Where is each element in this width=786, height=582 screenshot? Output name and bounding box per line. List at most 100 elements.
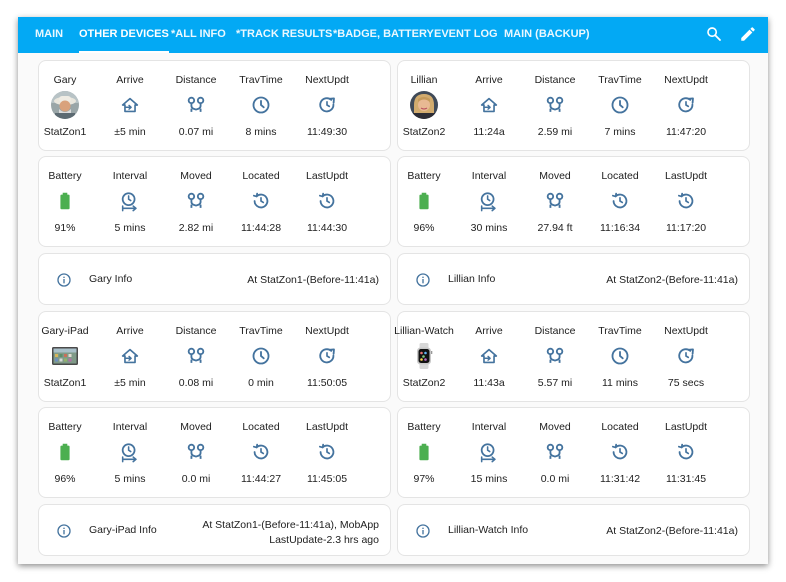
device-info-card-gary-ipad[interactable]: Gary-iPad Info At StatZon1-(Before-11:41a… (38, 504, 391, 556)
info-status-text: At StatZon1-(Before-11:41a), MobApp LastU… (202, 518, 379, 548)
interval-cell[interactable]: Interval 30 mins (456, 157, 522, 246)
tab-badge-battery[interactable]: *BADGE, BATTERY (333, 17, 434, 53)
lastupdt-cell[interactable]: LastUpdt 11:45:05 (294, 408, 360, 497)
tab-track-results[interactable]: *TRACK RESULTS (236, 17, 332, 53)
history-icon (609, 441, 631, 463)
moved-label: Moved (539, 170, 571, 182)
lastupdt-value: 11:31:45 (665, 473, 707, 485)
tab-main-backup[interactable]: MAIN (BACKUP) (504, 17, 590, 53)
battery-icon (413, 190, 435, 212)
distance-icon (544, 345, 566, 367)
device-name-label: Gary-iPad (41, 325, 89, 337)
arrive-value: ±5 min (114, 126, 146, 138)
lastupdt-cell[interactable]: LastUpdt 11:17:20 (653, 157, 719, 246)
distance-cell[interactable]: Distance 5.57 mi (522, 312, 588, 401)
tab-main[interactable]: MAIN (35, 17, 63, 53)
device-name-cell[interactable]: Lillian StatZon2 (391, 61, 457, 150)
distance-cell[interactable]: Distance 0.07 mi (163, 61, 229, 150)
info-icon (415, 523, 431, 539)
search-icon[interactable] (705, 25, 723, 43)
lastupdt-cell[interactable]: LastUpdt 11:31:45 (653, 408, 719, 497)
device-name-cell[interactable]: Gary-iPad StatZon1 (32, 312, 98, 401)
device-name-label: Lillian (410, 74, 438, 86)
arrive-cell[interactable]: Arrive 11:24a (456, 61, 522, 150)
nextupdt-cell[interactable]: NextUpdt 11:50:05 (294, 312, 360, 401)
lastupdt-cell[interactable]: LastUpdt 11:44:30 (294, 157, 360, 246)
interval-cell[interactable]: Interval 5 mins (97, 157, 163, 246)
battery-icon (54, 441, 76, 463)
info-status-line: At StatZon2-(Before-11:41a) (606, 525, 738, 537)
tab-event-log[interactable]: EVENT LOG (434, 17, 498, 53)
update-icon (675, 94, 697, 116)
watch-image (410, 342, 438, 370)
travtime-cell[interactable]: TravTime 0 min (228, 312, 294, 401)
device-name-cell[interactable]: Gary StatZon1 (32, 61, 98, 150)
app-window: MAIN OTHER DEVICES *ALL INFO *TRACK RESU… (18, 17, 768, 564)
travtime-cell[interactable]: TravTime 8 mins (228, 61, 294, 150)
device-info-card-lillian[interactable]: Lillian Info At StatZon2-(Before-11:41a) (397, 253, 750, 305)
pencil-icon[interactable] (739, 25, 757, 43)
arrive-cell[interactable]: Arrive ±5 min (97, 312, 163, 401)
interval-cell[interactable]: Interval 5 mins (97, 408, 163, 497)
located-cell[interactable]: Located 11:16:34 (587, 157, 653, 246)
distance-label: Distance (534, 74, 576, 86)
device-name-label: Gary (53, 74, 77, 86)
interval-value: 5 mins (114, 222, 146, 234)
interval-cell[interactable]: Interval 15 mins (456, 408, 522, 497)
lastupdt-value: 11:44:30 (306, 222, 348, 234)
tab-all-info[interactable]: *ALL INFO (171, 17, 226, 53)
located-label: Located (601, 170, 639, 182)
moved-cell[interactable]: Moved 0.0 mi (522, 408, 588, 497)
distance-icon (185, 345, 207, 367)
tab-other-devices[interactable]: OTHER DEVICES (79, 17, 169, 53)
update-icon (316, 94, 338, 116)
located-cell[interactable]: Located 11:44:27 (228, 408, 294, 497)
info-icon (56, 523, 72, 539)
person-avatar-man (51, 91, 79, 119)
lastupdt-label: LastUpdt (305, 421, 349, 433)
located-cell[interactable]: Located 11:44:28 (228, 157, 294, 246)
nextupdt-cell[interactable]: NextUpdt 75 secs (653, 312, 719, 401)
arrive-cell[interactable]: Arrive ±5 min (97, 61, 163, 150)
distance-value: 0.07 mi (178, 126, 214, 138)
distance-icon (185, 441, 207, 463)
interval-icon (119, 190, 141, 212)
nextupdt-cell[interactable]: NextUpdt 11:49:30 (294, 61, 360, 150)
located-label: Located (601, 421, 639, 433)
battery-cell[interactable]: Battery 97% (391, 408, 457, 497)
device-info-card-gary[interactable]: Gary Info At StatZon1-(Before-11:41a) (38, 253, 391, 305)
distance-cell[interactable]: Distance 2.59 mi (522, 61, 588, 150)
distance-cell[interactable]: Distance 0.08 mi (163, 312, 229, 401)
moved-cell[interactable]: Moved 0.0 mi (163, 408, 229, 497)
moved-cell[interactable]: Moved 27.94 ft (522, 157, 588, 246)
nextupdt-value: 75 secs (667, 377, 705, 389)
battery-cell[interactable]: Battery 96% (391, 157, 457, 246)
device-tracking-card-gary: Battery 91% Interval 5 mins Moved 2.82 mi Loca… (38, 156, 391, 247)
nextupdt-cell[interactable]: NextUpdt 11:47:20 (653, 61, 719, 150)
battery-cell[interactable]: Battery 91% (32, 157, 98, 246)
interval-label: Interval (471, 421, 507, 433)
travtime-cell[interactable]: TravTime 11 mins (587, 312, 653, 401)
arrive-cell[interactable]: Arrive 11:43a (456, 312, 522, 401)
battery-label: Battery (407, 421, 441, 433)
interval-icon (119, 441, 141, 463)
moved-cell[interactable]: Moved 2.82 mi (163, 157, 229, 246)
battery-cell[interactable]: Battery 96% (32, 408, 98, 497)
battery-icon (413, 441, 435, 463)
history-icon (316, 190, 338, 212)
moved-value: 2.82 mi (178, 222, 214, 234)
zone-value: StatZon1 (43, 377, 87, 389)
device-tracking-card-lillian: Battery 96% Interval 30 mins Moved 27.94 ft Lo… (397, 156, 750, 247)
arrive-icon (119, 94, 141, 116)
history-icon (675, 190, 697, 212)
device-status-card-lillian-watch: Lillian-Watch StatZon2 Arrive 11:43a Distanc… (394, 311, 750, 402)
arrive-label: Arrive (116, 325, 144, 337)
distance-label: Distance (534, 325, 576, 337)
distance-value: 5.57 mi (537, 377, 573, 389)
travtime-cell[interactable]: TravTime 7 mins (587, 61, 653, 150)
interval-value: 30 mins (470, 222, 508, 234)
device-info-card-lillian-watch[interactable]: Lillian-Watch Info At StatZon2-(Before-11… (397, 504, 750, 556)
device-name-cell[interactable]: Lillian-Watch StatZon2 (391, 312, 457, 401)
located-cell[interactable]: Located 11:31:42 (587, 408, 653, 497)
distance-icon (185, 190, 207, 212)
